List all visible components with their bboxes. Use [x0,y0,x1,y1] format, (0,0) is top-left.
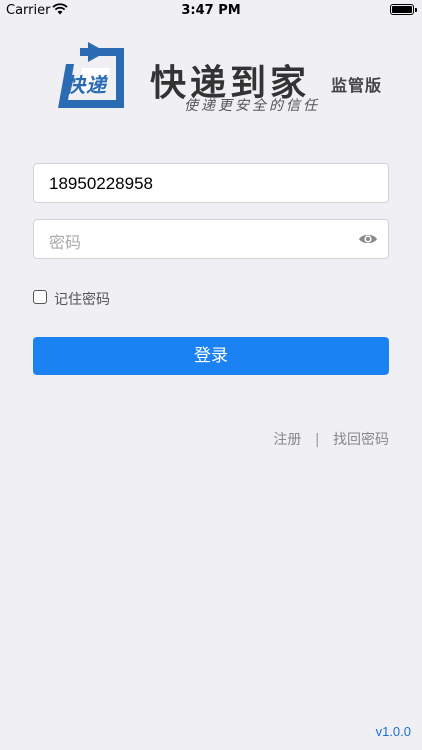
logo-mark-text: 快递 [65,73,107,97]
link-separator: | [314,432,320,448]
phone-input-value: 18950228958 [49,174,154,193]
battery-icon [390,4,417,15]
password-placeholder: 密码 [49,233,82,252]
clock: 3:47 PM [181,3,241,18]
brand-edition: 监管版 [331,76,383,95]
password-input[interactable]: 密码 [33,219,389,259]
account-links: 注册 | 找回密码 [273,429,389,449]
forgot-password-link[interactable]: 找回密码 [333,429,389,449]
phone-input[interactable]: 18950228958 [33,163,389,203]
eye-icon[interactable] [358,232,378,246]
brand-slogan: 使递更安全的信任 [184,98,320,114]
login-button[interactable]: 登录 [33,337,389,375]
remember-password-checkbox[interactable] [33,290,47,304]
remember-password-label: 记住密码 [54,292,110,308]
register-link[interactable]: 注册 [273,429,301,449]
status-bar: Carrier 3:47 PM [0,0,422,20]
app-version: v1.0.0 [375,724,411,739]
app-logo: 快递 快递到家 监管版 使递更安全的信任 [52,42,382,116]
